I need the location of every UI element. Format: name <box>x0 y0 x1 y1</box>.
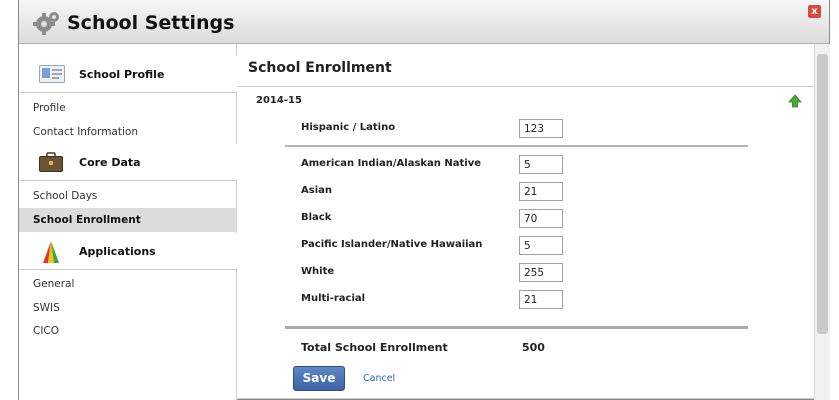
cancel-link[interactable]: Cancel <box>363 373 395 384</box>
total-enrollment-value: 500 <box>522 341 545 354</box>
window-title: School Settings <box>67 12 235 34</box>
total-enrollment-label: Total School Enrollment <box>301 341 448 354</box>
sidebar: School Profile Profile Contact Informati… <box>19 44 237 400</box>
multi-racial-input[interactable] <box>519 290 563 309</box>
sidebar-item-cico[interactable]: CICO <box>19 319 237 343</box>
vertical-scrollbar[interactable] <box>814 44 830 400</box>
race-label: American Indian/Alaskan Native <box>301 158 482 169</box>
school-year-label: 2014-15 <box>256 95 302 106</box>
enrollment-panel: School Enrollment 2014-15 Hispanic / Lat… <box>238 44 814 400</box>
scrollbar-thumb[interactable] <box>817 54 828 334</box>
pyramid-icon <box>43 241 59 263</box>
sidebar-section-applications: Applications <box>19 233 237 270</box>
sidebar-section-school-profile: School Profile <box>19 56 237 93</box>
race-label: Black <box>301 212 332 223</box>
section-divider <box>285 145 748 147</box>
settings-window: School Settings x School Profile Profile… <box>18 0 830 400</box>
sidebar-section-title: Applications <box>79 245 156 258</box>
briefcase-icon <box>39 152 63 172</box>
hispanic-latino-label: Hispanic / Latino <box>301 122 396 133</box>
sidebar-item-school-enrollment[interactable]: School Enrollment <box>19 208 237 232</box>
footer-divider <box>238 398 814 399</box>
total-divider <box>285 326 748 329</box>
title-bar: School Settings x <box>19 0 829 44</box>
sidebar-item-profile[interactable]: Profile <box>19 96 237 120</box>
sidebar-item-contact-information[interactable]: Contact Information <box>19 120 237 144</box>
id-card-icon <box>39 65 65 83</box>
american-indian-alaskan-native-input[interactable] <box>519 155 563 174</box>
race-label: Pacific Islander/Native Hawaiian <box>301 239 483 250</box>
race-label: Multi-racial <box>301 293 366 304</box>
close-icon[interactable]: x <box>808 5 821 18</box>
sidebar-section-title: School Profile <box>79 68 165 81</box>
asian-input[interactable] <box>519 182 563 201</box>
sidebar-item-general[interactable]: General <box>19 272 237 296</box>
black-input[interactable] <box>519 209 563 228</box>
race-label: White <box>301 266 335 277</box>
gear-icon <box>33 12 59 35</box>
hispanic-latino-input[interactable] <box>519 119 563 138</box>
white-input[interactable] <box>519 263 563 282</box>
pacific-islander-native-hawaiian-input[interactable] <box>519 236 563 255</box>
page-title: School Enrollment <box>248 60 392 76</box>
sidebar-section-title: Core Data <box>79 156 141 169</box>
sidebar-section-core-data: Core Data <box>19 144 237 181</box>
header-divider <box>238 86 814 87</box>
collapse-up-arrow-icon[interactable] <box>788 94 802 108</box>
save-button[interactable]: Save <box>293 366 345 391</box>
sidebar-item-swis[interactable]: SWIS <box>19 296 237 320</box>
sidebar-item-school-days[interactable]: School Days <box>19 184 237 208</box>
race-label: Asian <box>301 185 332 196</box>
